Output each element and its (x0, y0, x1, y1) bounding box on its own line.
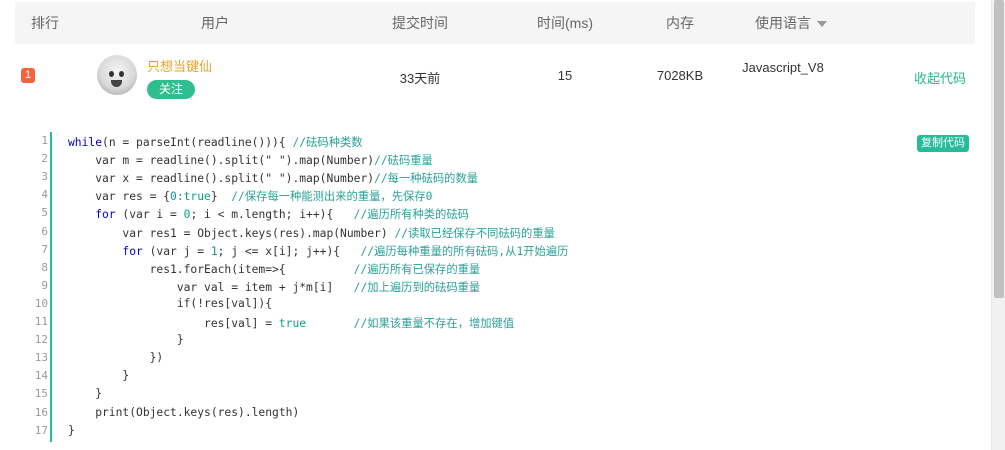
code-token: //砝码种类数 (292, 136, 363, 149)
line-number: 9 (41, 278, 48, 292)
code-token: //遍历所有已保存的重量 (353, 262, 481, 276)
code-token: var val = item + j*m[i] (68, 280, 354, 294)
code-token: (n = parseInt(readline())){ (102, 136, 293, 149)
code-token: true (278, 317, 307, 330)
code-line: for (var i = 0; i < m.length; i++){ //遍历… (68, 206, 469, 222)
code-token: //遍历每种重量的所有砝码,从1开始遍历 (360, 244, 569, 258)
code-line: } (68, 424, 75, 437)
code-token: var res1 = Object.keys(res).map(Number) (68, 226, 395, 240)
code-line: res[val] = true //如果该重量不存在，增加键值 (68, 315, 514, 331)
line-number: 15 (34, 387, 48, 401)
column-header-rank: 排行 (31, 15, 59, 31)
code-line: for (var j = 1; j <= x[i]; j++){ //遍历每种重… (68, 243, 568, 259)
submit-time: 33天前 (399, 71, 441, 86)
code-line: if(!res[val]){ (68, 297, 272, 310)
code-line: print(Object.keys(res).length) (68, 406, 299, 419)
code-token: 0:true (170, 190, 211, 204)
scrollbar[interactable] (991, 0, 1005, 450)
code-token: print(Object.keys(res).length) (68, 405, 300, 419)
code-token: ; i < m.length; i++){ (190, 208, 354, 222)
line-number: 11 (34, 315, 48, 328)
code-line: } (68, 369, 129, 382)
column-header-user: 用户 (201, 15, 229, 31)
code-line: } (68, 387, 102, 400)
language-header-label: 使用语言 (755, 15, 811, 31)
code-token: while (68, 136, 103, 149)
code-line: var res1 = Object.keys(res).map(Number) … (68, 225, 555, 241)
code-token: } (68, 333, 184, 347)
line-number: 14 (34, 369, 48, 383)
line-number: 5 (41, 206, 48, 220)
column-header-language[interactable]: 使用语言 (755, 2, 855, 44)
code-token: //加上遍历到的砝码重量 (353, 280, 481, 294)
line-number: 13 (34, 351, 48, 365)
line-number-gutter: 1 2 3 4 5 6 7 8 9 10 11 12 13 14 15 16 17 (30, 132, 52, 442)
line-number: 16 (34, 405, 48, 419)
line-number: 10 (34, 296, 48, 310)
code-token: //读取已经保存不同砝码的重量 (394, 226, 555, 240)
scrollbar-thumb[interactable] (994, 0, 1004, 298)
language-value: Javascript_V8 (742, 60, 824, 75)
column-header-submit-time: 提交时间 (392, 15, 448, 31)
code-token: //遍历所有种类的砝码 (353, 208, 469, 222)
code-token: res[val] = (68, 317, 279, 330)
code-token: }) (68, 351, 164, 365)
follow-button[interactable]: 关注 (147, 80, 195, 99)
code-token: } (68, 423, 75, 437)
code-token: res1.forEach(item=>{ (68, 262, 354, 276)
code-token: var x = readline().split(" ").map(Number… (68, 172, 375, 186)
avatar[interactable] (97, 55, 137, 95)
code-line: var val = item + j*m[i] //加上遍历到的砝码重量 (68, 279, 480, 295)
code-token: //每一种砝码的数量 (374, 172, 479, 186)
code-line: var x = readline().split(" ").map(Number… (68, 170, 478, 186)
column-header-memory: 内存 (666, 15, 694, 31)
line-number: 8 (41, 260, 48, 274)
code-token: //如果该重量不存在，增加键值 (353, 317, 515, 330)
column-header-runtime: 时间(ms) (537, 15, 593, 31)
code-line: while(n = parseInt(readline())){ //砝码种类数 (68, 134, 363, 150)
code-token: if(!res[val]){ (68, 296, 273, 310)
code-token: (var i = (115, 208, 184, 222)
line-number: 6 (41, 224, 48, 238)
chevron-down-icon[interactable] (817, 21, 827, 28)
code-token: } (68, 369, 130, 383)
line-number: 7 (41, 242, 48, 256)
code-line: }) (68, 351, 164, 365)
line-number: 1 (41, 134, 48, 147)
username-link[interactable]: 只想当键仙 (147, 56, 212, 75)
code-token: 1 (210, 244, 218, 258)
collapse-code-link[interactable]: 收起代码 (914, 68, 966, 87)
code-token: //保存每一种能测出来的重量，先保存0 (231, 190, 433, 204)
code-token: for (68, 208, 116, 222)
code-line: res1.forEach(item=>{ //遍历所有已保存的重量 (68, 261, 481, 277)
code-token: for (68, 244, 143, 258)
code-token: var m = readline().split(" ").map(Number… (68, 154, 375, 168)
copy-code-button[interactable]: 复制代码 (917, 135, 969, 152)
code-token: ; j <= x[i]; j++){ (217, 244, 361, 258)
code-line: } (68, 333, 184, 346)
code-line: var m = readline().split(" ").map(Number… (68, 152, 433, 168)
code-token: } (210, 190, 232, 204)
memory-value: 7028KB (656, 68, 704, 83)
line-number: 4 (41, 188, 48, 202)
line-number: 17 (34, 423, 48, 437)
code-token: } (68, 387, 103, 401)
code-token: //砝码重量 (374, 154, 433, 168)
table-row: 1 只想当键仙 关注 33天前 15 7028KB Javascript_V8 … (15, 44, 975, 120)
runtime-value: 15 (557, 68, 573, 83)
code-token: (var j = (142, 244, 211, 258)
line-number: 2 (41, 152, 48, 166)
rank-badge: 1 (21, 68, 35, 83)
code-token: var res = { (68, 190, 171, 204)
line-number: 12 (34, 333, 48, 347)
code-block: 1 2 3 4 5 6 7 8 9 10 11 12 13 14 15 16 17 while(n = pars… (30, 132, 975, 442)
table-header: 排行 用户 提交时间 时间(ms) 内存 使用语言 (15, 2, 975, 44)
line-number: 3 (41, 170, 48, 184)
code-line: var res = {0:true} //保存每一种能测出来的重量，先保存0 (68, 188, 432, 204)
